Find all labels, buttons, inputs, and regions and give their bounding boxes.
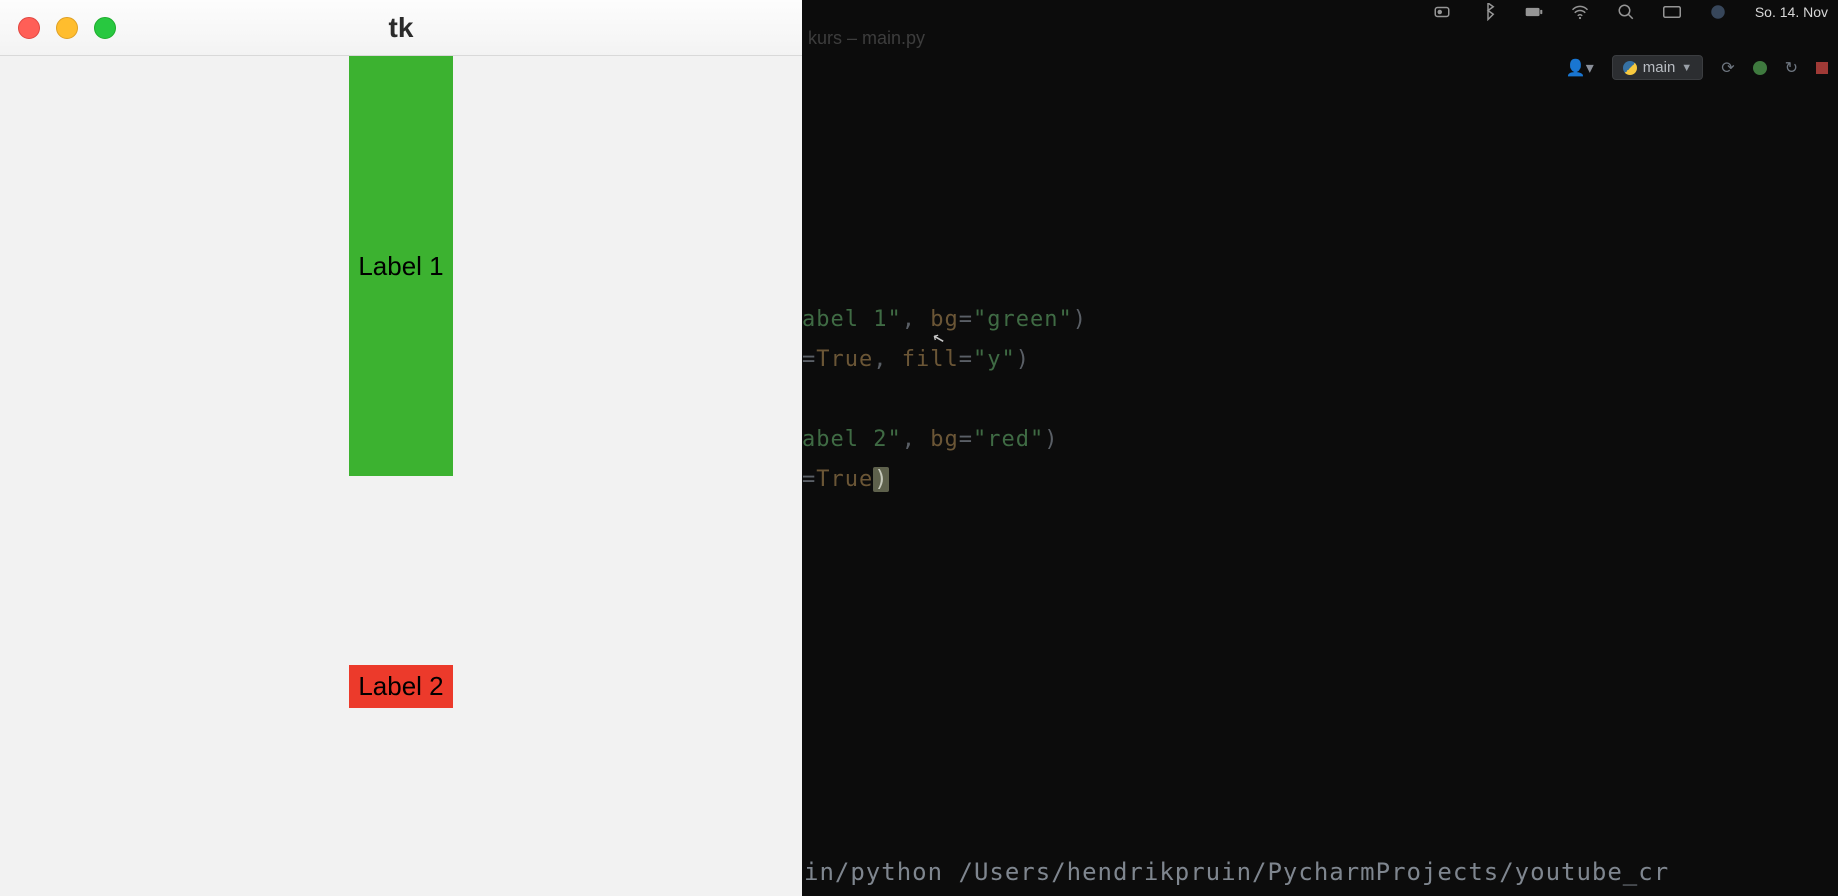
code-token-caret: ) — [873, 467, 889, 492]
code-token: "red" — [973, 427, 1044, 452]
minimize-icon[interactable] — [56, 17, 78, 39]
traffic-lights — [18, 17, 116, 39]
terminal-output[interactable]: in/python /Users/hendrikpruin/PycharmPro… — [804, 858, 1838, 886]
code-token: = — [802, 467, 816, 492]
code-token: abel 2" — [802, 427, 902, 452]
python-icon — [1623, 61, 1637, 75]
user-icon[interactable]: 👤▾ — [1566, 58, 1594, 78]
debug-refresh-icon[interactable]: ↻ — [1785, 58, 1798, 78]
chevron-down-icon: ▼ — [1681, 62, 1692, 74]
branch-name: main — [1643, 59, 1676, 76]
label2-slot: Label 2 — [0, 476, 802, 896]
menubar-date[interactable]: So. 14. Nov — [1755, 4, 1828, 20]
ide-tab-hint: kurs – main.py — [808, 28, 925, 49]
bluetooth-icon[interactable] — [1479, 3, 1497, 21]
ide-background: So. 14. Nov kurs – main.py 👤▾ main ▼ ⟳ ↻… — [802, 0, 1838, 896]
code-token: = — [959, 307, 973, 332]
code-token: = — [959, 427, 973, 452]
code-token: "y" — [973, 347, 1016, 372]
code-token: abel 1" — [802, 307, 902, 332]
siri-icon[interactable] — [1709, 3, 1727, 21]
code-token: fill — [902, 347, 959, 372]
rerun-icon[interactable]: ⟳ — [1721, 58, 1734, 78]
tk-window: tk Label 1 Label 2 — [0, 0, 802, 896]
ide-toolbar: 👤▾ main ▼ ⟳ ↻ — [1566, 55, 1828, 80]
code-token: "green" — [973, 307, 1073, 332]
label1-slot: Label 1 — [0, 56, 802, 476]
battery-icon[interactable] — [1525, 3, 1543, 21]
code-token: bg — [930, 307, 959, 332]
keyboard-icon[interactable] — [1663, 3, 1681, 21]
stop-icon[interactable] — [1816, 62, 1828, 74]
tk-client-area: Label 1 Label 2 — [0, 56, 802, 896]
code-token: bg — [930, 427, 959, 452]
code-token: ) — [1044, 427, 1058, 452]
code-token: = — [959, 347, 973, 372]
code-token: ) — [1016, 347, 1030, 372]
macos-menubar: So. 14. Nov — [1433, 0, 1838, 24]
wifi-icon[interactable] — [1571, 3, 1589, 21]
maximize-icon[interactable] — [94, 17, 116, 39]
code-token: , — [902, 307, 931, 332]
code-token: = — [802, 347, 816, 372]
code-token: True — [816, 467, 873, 492]
window-title: tk — [389, 12, 414, 44]
close-icon[interactable] — [18, 17, 40, 39]
run-icon[interactable] — [1753, 61, 1767, 75]
code-editor[interactable]: abel 1", bg="green") =True, fill="y") ab… — [802, 300, 1838, 500]
code-token: , — [873, 347, 902, 372]
run-config-selector[interactable]: main ▼ — [1612, 55, 1703, 80]
search-icon[interactable] — [1617, 3, 1635, 21]
code-token: , — [902, 427, 931, 452]
code-token: ) — [1073, 307, 1087, 332]
control-center-icon[interactable] — [1433, 3, 1451, 21]
titlebar[interactable]: tk — [0, 0, 802, 56]
label-2: Label 2 — [349, 665, 453, 708]
label-1: Label 1 — [349, 56, 453, 476]
code-token: True — [816, 347, 873, 372]
